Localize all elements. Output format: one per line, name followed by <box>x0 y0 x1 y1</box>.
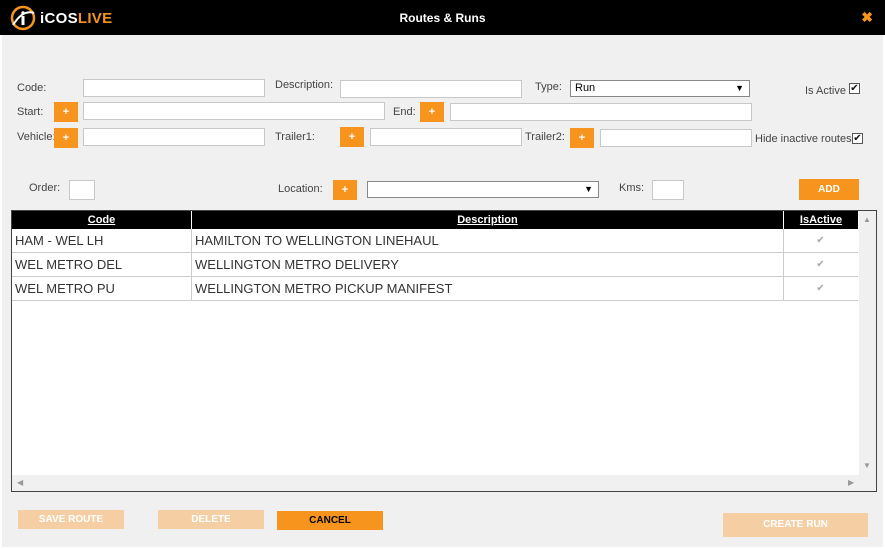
scroll-down-icon[interactable]: ▼ <box>863 461 871 470</box>
delete-button[interactable]: DELETE <box>158 510 264 529</box>
horizontal-scrollbar[interactable]: ◀ ▶ <box>12 475 876 491</box>
check-icon: ✔ <box>850 83 859 94</box>
save-route-button[interactable]: SAVE ROUTE <box>18 510 124 529</box>
scroll-left-icon[interactable]: ◀ <box>17 478 23 487</box>
routes-grid: Code Description IsActive HAM - WEL LH H… <box>11 210 877 492</box>
cell-code: WEL METRO PU <box>12 277 192 300</box>
trailer1-add-button[interactable]: + <box>340 127 364 147</box>
check-icon: ✔ <box>816 259 825 270</box>
column-header-description[interactable]: Description <box>192 211 784 229</box>
check-icon: ✔ <box>853 133 862 144</box>
vehicle-field[interactable] <box>83 128 265 146</box>
type-label: Type: <box>535 81 562 93</box>
start-add-button[interactable]: + <box>54 102 78 122</box>
table-row[interactable]: HAM - WEL LH HAMILTON TO WELLINGTON LINE… <box>12 229 858 253</box>
trailer1-label: Trailer1: <box>275 131 315 143</box>
create-run-button[interactable]: CREATE RUN <box>723 513 868 537</box>
start-field[interactable] <box>83 102 385 120</box>
column-header-code[interactable]: Code <box>12 211 192 229</box>
cell-code: HAM - WEL LH <box>12 229 192 252</box>
description-label: Description: <box>275 79 334 91</box>
scroll-right-icon[interactable]: ▶ <box>848 478 854 487</box>
chevron-down-icon: ▼ <box>584 184 593 194</box>
vehicle-add-button[interactable]: + <box>54 128 78 148</box>
scroll-up-icon[interactable]: ▲ <box>863 215 871 224</box>
order-field[interactable] <box>69 180 95 200</box>
vertical-scrollbar[interactable]: ▲ ▼ <box>859 211 876 475</box>
close-icon[interactable]: ✖ <box>861 9 873 26</box>
kms-label: Kms: <box>619 182 645 194</box>
is-active-label: Is Active <box>805 85 846 97</box>
hide-inactive-checkbox[interactable]: ✔ <box>852 133 863 144</box>
title-bar: iCOSLIVE Routes & Runs ✖ <box>0 0 885 35</box>
cell-description: WELLINGTON METRO DELIVERY <box>192 253 784 276</box>
start-label: Start: <box>17 106 44 118</box>
description-field[interactable] <box>340 80 522 98</box>
cell-description: HAMILTON TO WELLINGTON LINEHAUL <box>192 229 784 252</box>
add-button[interactable]: ADD <box>799 179 859 200</box>
type-select-value: Run <box>575 82 596 94</box>
code-field[interactable] <box>83 79 265 97</box>
cell-description: WELLINGTON METRO PICKUP MANIFEST <box>192 277 784 300</box>
end-add-button[interactable]: + <box>420 102 444 122</box>
trailer1-field[interactable] <box>370 128 522 146</box>
location-add-button[interactable]: + <box>333 180 357 200</box>
end-field[interactable] <box>450 103 752 121</box>
location-select[interactable]: ▼ <box>367 181 599 198</box>
trailer2-field[interactable] <box>600 129 752 147</box>
check-icon: ✔ <box>816 235 825 246</box>
trailer2-label: Trailer2: <box>525 131 565 143</box>
type-select[interactable]: Run ▼ <box>570 80 750 97</box>
table-row[interactable]: WEL METRO PU WELLINGTON METRO PICKUP MAN… <box>12 277 858 301</box>
hide-inactive-label: Hide inactive routes <box>755 133 852 145</box>
trailer2-add-button[interactable]: + <box>570 128 594 148</box>
kms-field[interactable] <box>652 180 684 200</box>
check-icon: ✔ <box>816 283 825 294</box>
table-row[interactable]: WEL METRO DEL WELLINGTON METRO DELIVERY … <box>12 253 858 277</box>
vehicle-label: Vehicle: <box>17 131 56 143</box>
column-header-isactive[interactable]: IsActive <box>784 211 858 229</box>
code-label: Code: <box>17 82 47 94</box>
cancel-button[interactable]: CANCEL <box>277 511 383 530</box>
chevron-down-icon: ▼ <box>735 83 744 93</box>
order-label: Order: <box>29 182 61 194</box>
is-active-checkbox[interactable]: ✔ <box>849 83 860 94</box>
end-label: End: <box>393 106 416 118</box>
location-label: Location: <box>278 183 323 195</box>
window-title: Routes & Runs <box>399 11 486 25</box>
cell-code: WEL METRO DEL <box>12 253 192 276</box>
